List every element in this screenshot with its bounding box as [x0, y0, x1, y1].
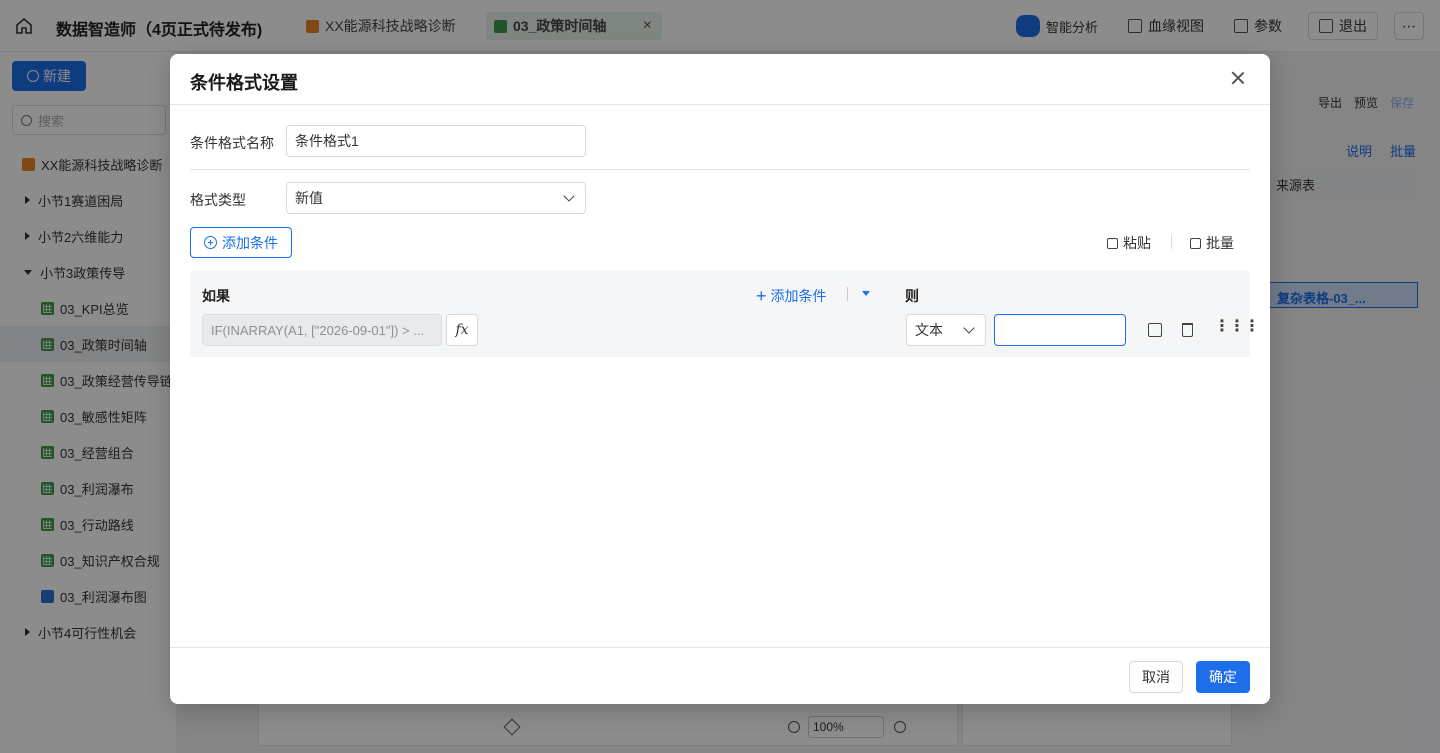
divider — [1171, 235, 1172, 249]
cancel-button[interactable]: 取消 — [1129, 661, 1183, 693]
fx-button[interactable]: fx — [446, 314, 478, 346]
name-input[interactable] — [286, 125, 586, 157]
divider — [847, 287, 848, 301]
batch-button[interactable]: 批量 — [1190, 233, 1234, 253]
plus-icon: + — [756, 286, 767, 306]
paste-icon — [1107, 237, 1118, 249]
paste-label: 粘贴 — [1123, 235, 1151, 251]
add-condition-label: 添加条件 — [222, 234, 278, 251]
batch-icon — [1190, 237, 1201, 249]
then-header: 则 — [905, 288, 919, 304]
trash-icon[interactable] — [1182, 323, 1193, 337]
plus-circle-icon — [204, 236, 217, 249]
caret-down-icon[interactable] — [862, 291, 870, 296]
copy-icon[interactable] — [1148, 323, 1162, 337]
add-condition-button[interactable]: 添加条件 — [190, 227, 292, 258]
then-value-input[interactable] — [994, 314, 1126, 346]
drag-handle-icon[interactable]: ⋮⋮⋮ — [1214, 319, 1260, 335]
conditional-format-dialog: 条件格式设置 条件格式名称 格式类型 新值 添加条件 粘贴 批量 如果 + 添加… — [170, 54, 1270, 704]
chevron-down-icon — [563, 190, 575, 202]
add-sub-condition-link[interactable]: + 添加条件 — [756, 286, 827, 306]
chevron-down-icon — [963, 322, 975, 334]
name-label: 条件格式名称 — [190, 135, 274, 151]
confirm-button[interactable]: 确定 — [1196, 661, 1250, 693]
close-icon[interactable] — [1228, 68, 1248, 88]
dialog-header: 条件格式设置 — [170, 54, 1270, 105]
divider — [190, 169, 1250, 170]
add-sub-condition-label: 添加条件 — [770, 288, 827, 304]
format-type-value: 新值 — [295, 190, 323, 206]
if-header: 如果 — [202, 288, 230, 304]
format-type-select[interactable]: 新值 — [286, 182, 586, 214]
paste-button[interactable]: 粘贴 — [1107, 233, 1151, 253]
then-type-select[interactable]: 文本 — [906, 314, 986, 346]
batch-label: 批量 — [1206, 235, 1234, 251]
condition-row-panel: 如果 + 添加条件 则 IF(INARRAY(A1, ["2026-09-01"… — [190, 270, 1260, 357]
dialog-footer: 取消 确定 — [170, 647, 1270, 704]
formula-field[interactable]: IF(INARRAY(A1, ["2026-09-01"]) > ... — [202, 314, 442, 346]
then-type-value: 文本 — [915, 322, 943, 338]
type-label: 格式类型 — [190, 192, 246, 208]
dialog-title: 条件格式设置 — [190, 73, 298, 93]
